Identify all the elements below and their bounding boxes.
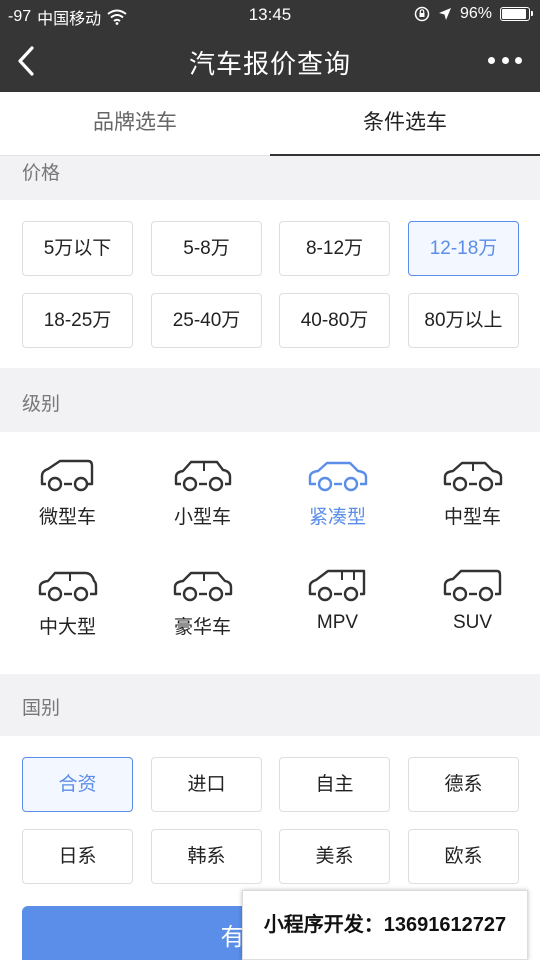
level-option[interactable]: 小型车 xyxy=(135,456,270,556)
level-label: 微型车 xyxy=(38,507,96,528)
price-option[interactable]: 5万以下 xyxy=(22,221,133,276)
level-options: 微型车 小型车 紧凑型 中型车 中大型 豪华车 MPV SUV xyxy=(0,432,540,674)
mini-car-icon xyxy=(40,459,93,492)
level-label: 豪华车 xyxy=(173,617,231,638)
level-option[interactable]: 中大型 xyxy=(0,566,135,666)
battery-icon xyxy=(500,7,533,21)
more-dot-icon xyxy=(515,56,522,64)
country-option[interactable]: 美系 xyxy=(279,829,390,884)
price-options: 5万以下 5-8万 8-12万 12-18万 18-25万 25-40万 40-… xyxy=(0,200,540,368)
tab-bar: 品牌选车 条件选车 xyxy=(0,92,540,156)
level-option[interactable]: 豪华车 xyxy=(135,566,270,666)
country-option-selected[interactable]: 合资 xyxy=(22,757,133,812)
status-bar: -97 中国移动 13:45 96% xyxy=(0,0,540,30)
country-option[interactable]: 进口 xyxy=(151,757,262,812)
more-menu-button[interactable] xyxy=(488,50,522,70)
country-section-title: 国别 xyxy=(0,674,540,736)
country-option[interactable]: 德系 xyxy=(408,757,519,812)
large-car-icon xyxy=(38,571,97,602)
level-label: 小型车 xyxy=(173,507,231,528)
nav-bar: 汽车报价查询 xyxy=(0,30,540,92)
country-option[interactable]: 自主 xyxy=(279,757,390,812)
page-title: 汽车报价查询 xyxy=(188,49,351,79)
suv-icon xyxy=(443,569,501,602)
price-option[interactable]: 5-8万 xyxy=(151,221,262,276)
more-dot-icon xyxy=(488,56,495,64)
price-option[interactable]: 18-25万 xyxy=(22,293,133,348)
luxury-car-icon xyxy=(173,571,232,602)
more-dot-icon xyxy=(501,56,509,64)
country-option[interactable]: 欧系 xyxy=(408,829,519,884)
tab-brand[interactable]: 品牌选车 xyxy=(0,92,270,155)
price-section-title: 价格 xyxy=(0,156,540,200)
level-option[interactable]: 中型车 xyxy=(405,456,540,556)
small-car-icon xyxy=(174,460,231,492)
level-label: 中大型 xyxy=(38,617,96,638)
developer-contact-watermark: 小程序开发：13691612727 xyxy=(242,890,528,960)
price-option[interactable]: 25-40万 xyxy=(151,293,262,348)
price-option-selected[interactable]: 12-18万 xyxy=(408,221,519,276)
midsize-car-icon xyxy=(443,461,502,492)
battery-percent: 96% xyxy=(459,5,492,22)
country-option[interactable]: 韩系 xyxy=(151,829,262,884)
location-arrow-icon xyxy=(438,8,451,20)
level-label: 紧凑型 xyxy=(308,507,366,528)
level-option[interactable]: MPV xyxy=(270,566,405,666)
orientation-lock-icon xyxy=(414,6,430,22)
price-option[interactable]: 8-12万 xyxy=(279,221,390,276)
level-section-title: 级别 xyxy=(0,368,540,432)
level-label: MPV xyxy=(316,612,359,633)
country-option[interactable]: 日系 xyxy=(22,829,133,884)
level-option[interactable]: 微型车 xyxy=(0,456,135,556)
mpv-icon xyxy=(308,569,365,602)
level-option-selected[interactable]: 紧凑型 xyxy=(270,456,405,556)
level-option[interactable]: SUV xyxy=(405,566,540,666)
compact-car-icon xyxy=(308,461,367,492)
level-label: 中型车 xyxy=(443,507,501,528)
price-option[interactable]: 80万以上 xyxy=(408,293,519,348)
price-option[interactable]: 40-80万 xyxy=(279,293,390,348)
level-label: SUV xyxy=(452,612,493,633)
tab-condition[interactable]: 条件选车 xyxy=(270,92,540,156)
